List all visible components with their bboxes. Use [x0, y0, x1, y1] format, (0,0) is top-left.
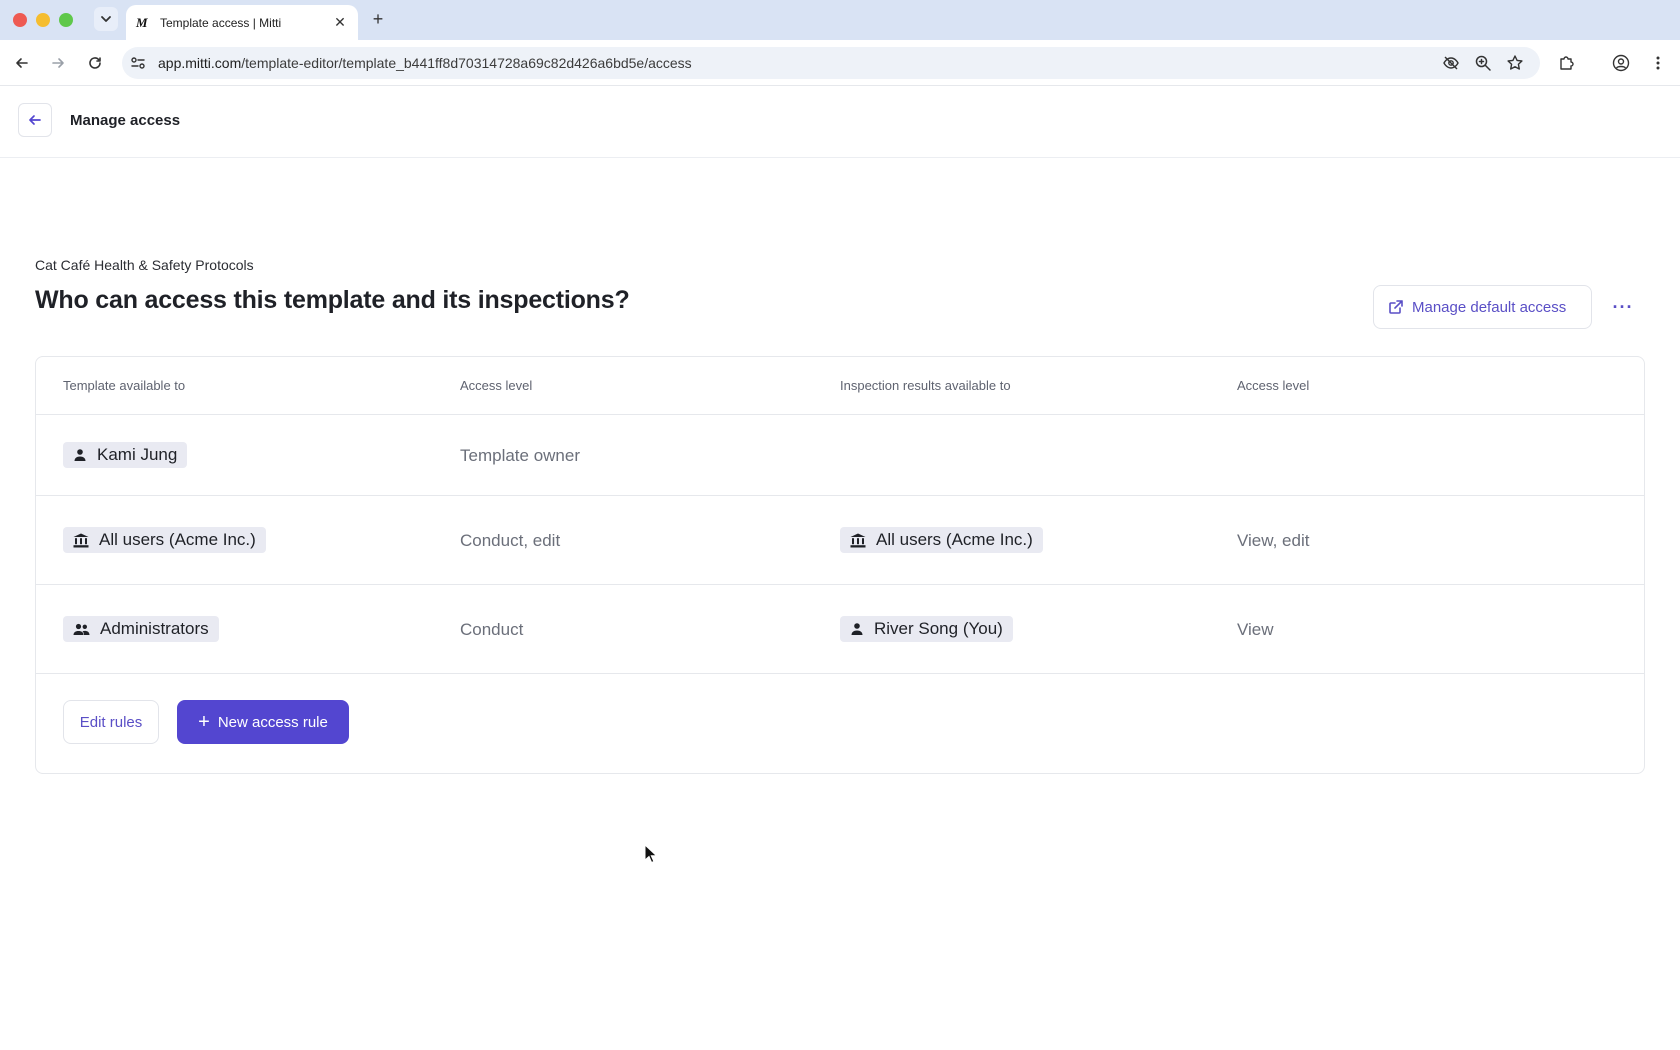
arrow-left-icon — [16, 58, 28, 68]
more-options-button[interactable]: ··· — [1608, 293, 1638, 321]
column-header-template-available-to: Template available to — [63, 378, 186, 393]
url-path: /template-editor/template_b441ff8d703147… — [241, 55, 692, 71]
browser-menu-button[interactable] — [1647, 52, 1669, 74]
assignee-chip-organization: All users (Acme Inc.) — [63, 527, 266, 553]
url-text: app.mitti.com/template-editor/template_b… — [158, 55, 692, 71]
column-header-template-access-level: Access level — [460, 378, 533, 393]
chip-label: Administrators — [100, 619, 209, 638]
organization-icon — [73, 533, 89, 547]
back-button[interactable] — [18, 103, 52, 137]
results-chip-user: River Song (You) — [840, 616, 1013, 642]
mitti-favicon-icon: M — [136, 14, 148, 30]
browser-tab-strip: M Template access | Mitti ✕ + — [0, 0, 1680, 40]
plus-icon: + — [198, 711, 210, 733]
table-header: Template available to Access level Inspe… — [36, 357, 1644, 415]
app-header: Manage access — [0, 86, 1680, 158]
results-access-level-cell: View, edit — [1237, 531, 1310, 550]
user-icon — [851, 623, 863, 635]
access-level-cell: Conduct, edit — [460, 531, 561, 550]
access-level-cell: Template owner — [460, 446, 581, 465]
mouse-cursor-icon — [644, 844, 658, 864]
results-chip-organization: All users (Acme Inc.) — [840, 527, 1043, 553]
browser-tab-active[interactable]: M Template access | Mitti ✕ — [126, 5, 358, 40]
manage-default-access-label: Manage default access — [1412, 298, 1567, 316]
group-icon — [73, 623, 90, 635]
tab-search-button[interactable] — [94, 7, 118, 31]
new-tab-button[interactable]: + — [367, 8, 389, 30]
table-row: Administrators Conduct River Song (You) … — [36, 585, 1644, 674]
chip-label: River Song (You) — [874, 619, 1003, 638]
address-bar[interactable]: app.mitti.com/template-editor/template_b… — [122, 47, 1540, 79]
results-access-level-cell: View — [1237, 620, 1274, 639]
profile-button[interactable] — [1610, 52, 1632, 74]
account-circle-icon — [1612, 54, 1630, 72]
table-row: Kami Jung Template owner — [36, 415, 1644, 496]
tab-title: Template access | Mitti — [160, 15, 282, 30]
browser-toolbar: app.mitti.com/template-editor/template_b… — [0, 40, 1680, 86]
window-close-button[interactable] — [13, 13, 27, 27]
kebab-menu-icon — [1656, 56, 1660, 70]
tab-close-icon[interactable]: ✕ — [332, 14, 348, 31]
chevron-down-icon — [101, 16, 111, 22]
header-title: Manage access — [70, 112, 181, 129]
bookmark-star-icon[interactable] — [1506, 54, 1524, 72]
chip-label: Kami Jung — [97, 445, 178, 464]
external-link-icon — [1389, 300, 1403, 314]
new-access-rule-label: New access rule — [217, 713, 328, 731]
template-name: Cat Café Health & Safety Protocols — [35, 257, 254, 273]
url-host: app.mitti.com — [158, 55, 242, 71]
puzzle-icon — [1560, 56, 1574, 70]
user-icon — [74, 449, 86, 461]
new-access-rule-button[interactable]: + New access rule — [177, 700, 349, 744]
chip-label: All users (Acme Inc.) — [876, 530, 1033, 549]
arrow-left-icon — [29, 115, 41, 125]
zoom-icon[interactable] — [1474, 54, 1492, 72]
window-minimize-button[interactable] — [36, 13, 50, 27]
table-row: All users (Acme Inc.) Conduct, edit All … — [36, 496, 1644, 585]
column-header-results-access-level: Access level — [1237, 378, 1310, 393]
reload-button[interactable] — [83, 51, 107, 75]
window-maximize-button[interactable] — [59, 13, 73, 27]
assignee-chip-group: Administrators — [63, 616, 219, 642]
site-settings-icon[interactable] — [130, 55, 146, 71]
extensions-button[interactable] — [1556, 52, 1578, 74]
reload-icon — [89, 57, 101, 69]
column-header-inspection-results-available-to: Inspection results available to — [840, 378, 1011, 393]
forward-nav-button[interactable] — [46, 51, 70, 75]
access-level-cell: Conduct — [460, 620, 524, 639]
assignee-chip-user: Kami Jung — [63, 442, 188, 468]
access-rules-table: Template available to Access level Inspe… — [35, 356, 1645, 774]
organization-icon — [850, 533, 866, 547]
edit-rules-button[interactable]: Edit rules — [63, 700, 159, 744]
page-title: Who can access this template and its ins… — [35, 286, 630, 314]
back-nav-button[interactable] — [10, 51, 34, 75]
manage-default-access-button[interactable]: Manage default access — [1373, 285, 1592, 329]
chip-label: All users (Acme Inc.) — [99, 530, 256, 549]
eye-off-icon[interactable] — [1442, 54, 1460, 72]
more-horizontal-icon: ··· — [1612, 296, 1634, 317]
arrow-right-icon — [52, 58, 64, 68]
